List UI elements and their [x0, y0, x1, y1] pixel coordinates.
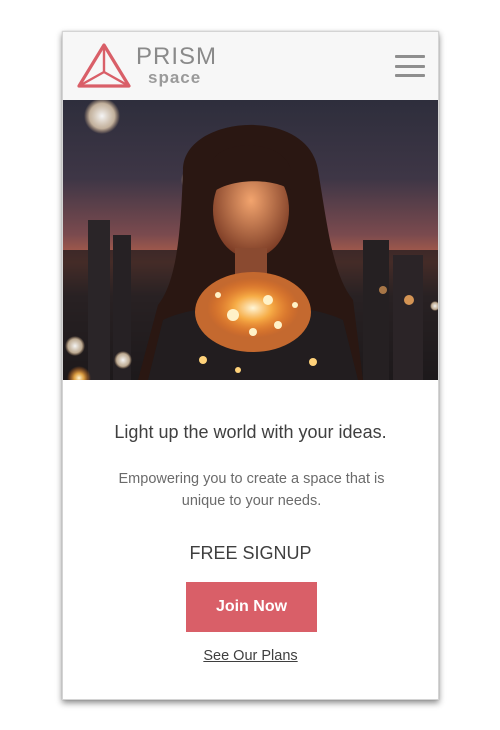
prism-logo-icon[interactable] — [76, 42, 132, 90]
hero-photo — [63, 100, 438, 380]
subheadline: Empowering you to create a space that is… — [118, 471, 385, 509]
mobile-screen: PRISM space Light up the world with your… — [62, 31, 439, 700]
menu-bar — [395, 74, 425, 77]
see-our-plans-link[interactable]: See Our Plans — [63, 648, 438, 664]
brand-subtitle: space — [148, 68, 202, 87]
menu-bar — [395, 64, 425, 68]
free-signup-label: FREE SIGNUP — [189, 543, 312, 563]
brand-wordmark[interactable]: PRISM space — [136, 43, 218, 87]
headline: Light up the world with your ideas. — [114, 422, 387, 442]
join-now-button[interactable]: Join Now — [186, 582, 317, 632]
hamburger-menu-icon[interactable] — [395, 55, 425, 77]
brand-name: PRISM — [136, 43, 218, 70]
site-header: PRISM space — [63, 32, 438, 100]
menu-bar — [395, 55, 425, 58]
hero-image — [63, 100, 438, 380]
